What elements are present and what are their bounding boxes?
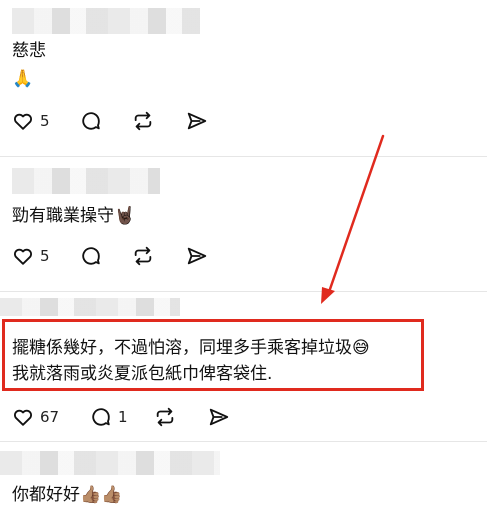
- heart-icon: [14, 113, 32, 130]
- share-button[interactable]: [186, 243, 208, 269]
- post-divider: [0, 156, 487, 157]
- like-button[interactable]: 5: [12, 243, 50, 269]
- like-button[interactable]: 5: [12, 108, 50, 134]
- share-icon: [187, 247, 207, 265]
- comment-button[interactable]: 1: [90, 404, 128, 430]
- comment-icon: [82, 247, 100, 265]
- share-button[interactable]: [208, 404, 230, 430]
- blurred-username: [0, 451, 220, 475]
- post-divider: [0, 291, 487, 292]
- share-icon: [209, 408, 229, 426]
- post-emoji: 🙏: [12, 69, 34, 89]
- repost-button[interactable]: [132, 243, 154, 269]
- heart-icon: [14, 248, 32, 265]
- blurred-username: [12, 168, 160, 194]
- like-button[interactable]: 67: [12, 404, 59, 430]
- post-emoji: 🤘🏿: [114, 206, 136, 226]
- comment-icon: [92, 408, 110, 426]
- blurred-username: [12, 8, 200, 34]
- blurred-username: [0, 298, 180, 316]
- repost-button[interactable]: [154, 404, 176, 430]
- like-count: 67: [40, 408, 60, 426]
- like-count: 5: [40, 112, 50, 130]
- post-text: 勁有職業操守🤘🏿: [12, 206, 136, 226]
- post-text: 你都好好👍🏽👍🏽: [12, 485, 123, 505]
- post-text: 慈悲: [12, 41, 46, 61]
- repost-icon: [156, 407, 174, 427]
- heart-icon: [14, 409, 32, 426]
- comment-button[interactable]: [80, 243, 102, 269]
- red-highlight-box: [2, 319, 424, 391]
- post-divider: [0, 441, 487, 442]
- repost-icon: [134, 111, 152, 131]
- comment-count: 1: [118, 408, 128, 426]
- red-arrow-annotation: [321, 134, 385, 304]
- share-button[interactable]: [186, 108, 208, 134]
- like-count: 5: [40, 247, 50, 265]
- post-emoji: 👍🏽👍🏽: [80, 485, 123, 505]
- repost-icon: [134, 246, 152, 266]
- repost-button[interactable]: [132, 108, 154, 134]
- share-icon: [187, 112, 207, 130]
- comment-button[interactable]: [80, 108, 102, 134]
- comment-icon: [82, 112, 100, 130]
